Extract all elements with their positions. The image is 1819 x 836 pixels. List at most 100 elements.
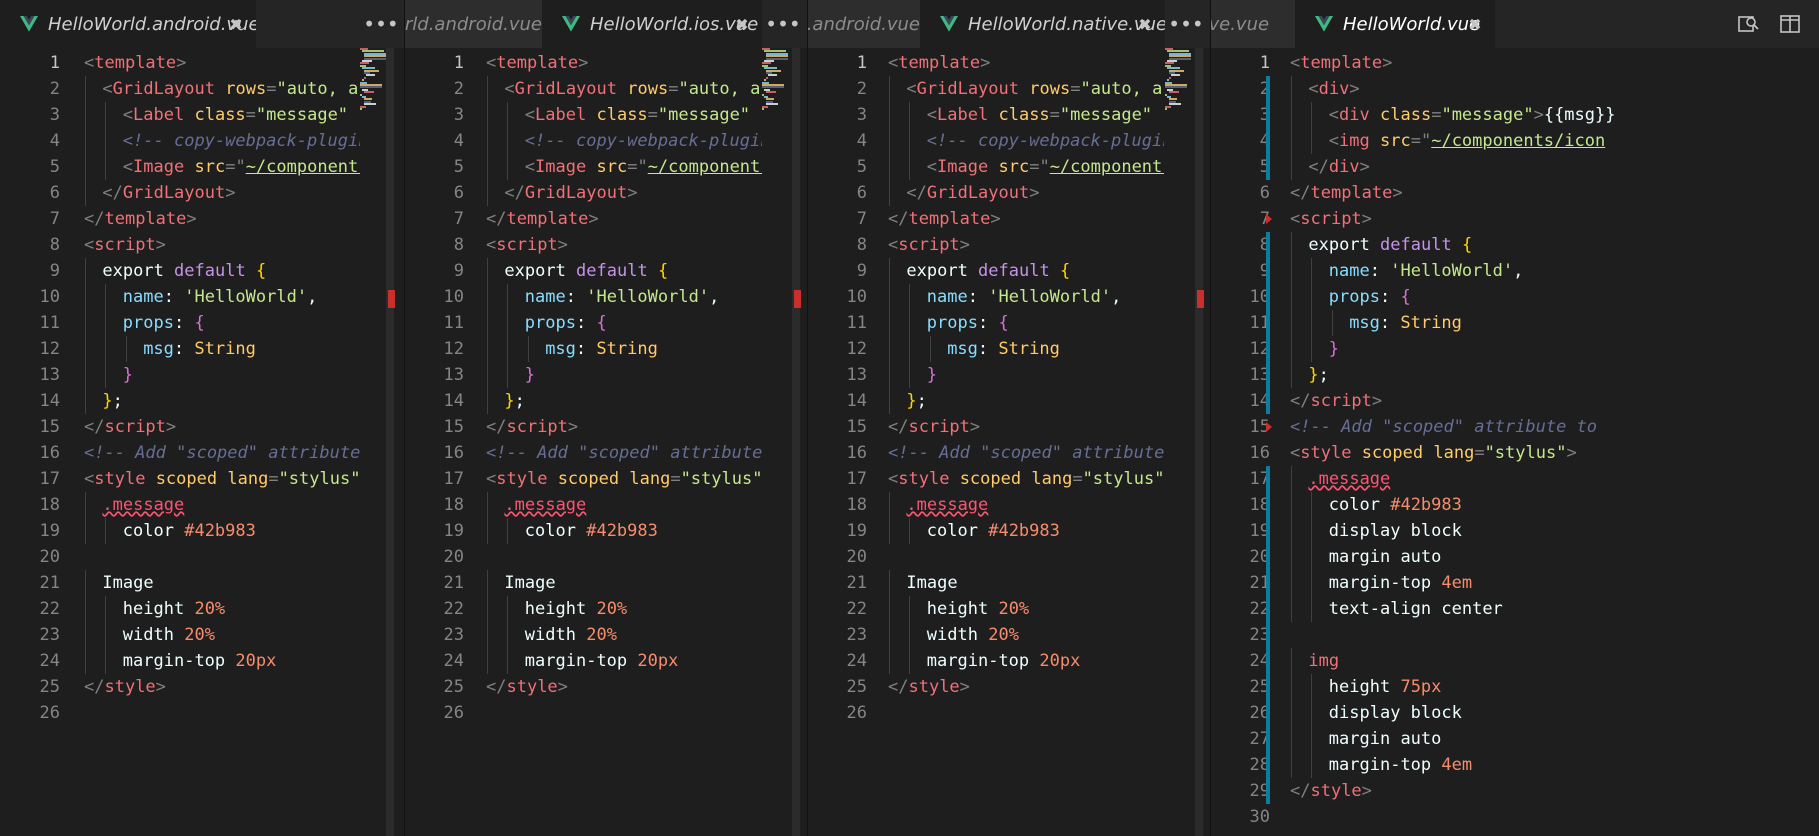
code-line: </template> xyxy=(84,206,197,232)
more-actions-icon[interactable]: ••• xyxy=(1166,0,1206,48)
indent-guide xyxy=(1311,570,1313,596)
open-preview-icon[interactable] xyxy=(1729,0,1769,48)
line-number: 19 xyxy=(443,521,464,541)
code-line: }; xyxy=(504,388,525,414)
line-number: 16 xyxy=(39,443,60,463)
minimap[interactable] xyxy=(1165,48,1193,112)
line-number: 8 xyxy=(1259,235,1270,255)
git-change-bar xyxy=(1266,648,1270,804)
code-line: </div> xyxy=(1308,154,1369,180)
code-line: color #42b983 xyxy=(927,518,1060,544)
close-icon[interactable]: ✖ xyxy=(224,0,248,48)
tab-helloworld-android-vue[interactable]: HelloWorld.android.vue xyxy=(404,0,542,48)
code-token: :tex xyxy=(1162,105,1164,125)
indent-guide xyxy=(105,622,107,648)
indent-guide xyxy=(889,128,890,154)
line-number: 10 xyxy=(846,287,867,307)
vue-file-icon xyxy=(1315,16,1333,32)
code-line: props: { xyxy=(525,310,607,336)
pane-divider[interactable] xyxy=(1210,0,1211,836)
code-area[interactable]: <template><GridLayout rows="auto, auto"<… xyxy=(486,48,762,836)
code-token: class xyxy=(194,105,246,125)
code-line: <!-- copy-webpack-plugin co xyxy=(927,128,1164,154)
editor-pane-1: HelloWorld.android.vue ✖ ••• 1 2 3 4 5 6 7 8 9 10 11 1… xyxy=(0,0,404,836)
code-token: template xyxy=(506,209,589,229)
code-token: { xyxy=(657,261,669,281)
code-line: <!-- copy-webpack-plugin co xyxy=(525,128,762,154)
code-token: default xyxy=(174,261,256,281)
code-line: export default { xyxy=(102,258,266,284)
minimap[interactable] xyxy=(360,48,388,112)
code-token: > xyxy=(1361,781,1372,801)
code-token: </ xyxy=(888,677,909,697)
scrollbar[interactable] xyxy=(1195,48,1203,836)
tab-helloworld-ios-vue[interactable]: HelloWorld.ios.vue xyxy=(542,0,762,48)
indent-guide xyxy=(1311,726,1313,752)
code-area[interactable]: <template> <div> <div class="message">{{ms… xyxy=(1290,48,1670,836)
code-area[interactable]: <template><GridLayout rows="auto, auto"<… xyxy=(888,48,1164,836)
code-token: name xyxy=(122,287,164,307)
code-line: Image xyxy=(906,570,957,596)
indent-guide xyxy=(487,492,488,518)
scrollbar[interactable] xyxy=(792,48,800,836)
code-token: = xyxy=(1431,105,1442,125)
close-icon[interactable]: ✖ xyxy=(1463,0,1487,48)
code-line: </style> xyxy=(888,674,970,700)
code-area[interactable]: <template><GridLayout rows="auto, auto"<… xyxy=(84,48,360,836)
code-token: </ xyxy=(1308,157,1329,177)
editor-body[interactable]: 1 2 3 4 5 6 7 8 9 10 11 12 13 14 15 16 17 18 19 20 21 22 23 24 2… xyxy=(404,48,807,836)
editor-body[interactable]: 1 2 3 4 5 6 7 8 9 10 11 12 13 14 15 16 17 18 19 20 21 22 23 24 2… xyxy=(1210,48,1819,836)
close-icon[interactable]: ✖ xyxy=(1133,0,1157,48)
code-line: <Label class="message" :tex xyxy=(525,102,762,128)
editor-body[interactable]: 1 2 3 4 5 6 7 8 9 10 11 12 13 14 15 16 17 18 19 20 21 22 23 24 2… xyxy=(0,48,404,836)
minimap-line xyxy=(768,74,777,77)
code-line: Image xyxy=(102,570,153,596)
tab-helloworld-native-vue[interactable]: HelloWorld.native.vue xyxy=(1210,0,1295,48)
code-line: }; xyxy=(906,388,927,414)
line-number: 1 xyxy=(1259,53,1270,73)
code-token: margin auto xyxy=(1328,547,1442,567)
code-token: 20% xyxy=(998,599,1030,619)
line-number: 14 xyxy=(443,391,464,411)
indent-guide xyxy=(125,336,127,362)
code-line: <GridLayout rows="auto, auto" xyxy=(504,76,762,102)
tab-helloworld-android-vue[interactable]: HelloWorld.android.vue xyxy=(0,0,256,48)
line-number: 18 xyxy=(443,495,464,515)
indent-guide xyxy=(105,102,107,128)
code-token: =" xyxy=(225,157,246,177)
split-editor-icon[interactable] xyxy=(1770,0,1810,48)
line-number: 2 xyxy=(1259,79,1270,99)
tab-helloworld-native-vue[interactable]: HelloWorld.native.vue xyxy=(920,0,1165,48)
code-token: width xyxy=(122,625,185,645)
line-number: 13 xyxy=(443,365,464,385)
code-token: < xyxy=(1308,79,1319,99)
indent-guide xyxy=(85,362,86,388)
code-token: <!-- Add "scoped" attribute to xyxy=(888,443,1164,463)
tab-helloworld-android-vue[interactable]: HelloWorld.android.vue xyxy=(807,0,920,48)
code-line: msg: String xyxy=(1349,310,1462,336)
pane-divider[interactable] xyxy=(807,0,808,836)
more-actions-icon[interactable]: ••• xyxy=(361,0,401,48)
code-token: = xyxy=(1070,79,1081,99)
editor-body[interactable]: 1 2 3 4 5 6 7 8 9 10 11 12 13 14 15 16 17 18 19 20 21 22 23 24 2… xyxy=(807,48,1210,836)
close-icon[interactable]: ✖ xyxy=(730,0,754,48)
code-token: "message" xyxy=(255,105,349,125)
pane-divider[interactable] xyxy=(404,0,405,836)
indent-guide xyxy=(487,518,488,544)
indent-guide xyxy=(1311,102,1313,128)
code-line: </GridLayout> xyxy=(504,180,637,206)
more-actions-icon[interactable]: ••• xyxy=(763,0,803,48)
code-token: > xyxy=(1533,105,1544,125)
code-line: height 20% xyxy=(927,596,1029,622)
code-token: name xyxy=(524,287,566,307)
line-number: 24 xyxy=(846,651,867,671)
code-token: ; xyxy=(1318,365,1329,385)
scrollbar[interactable] xyxy=(386,48,394,836)
indent-guide xyxy=(105,596,107,622)
minimap[interactable] xyxy=(762,48,790,112)
